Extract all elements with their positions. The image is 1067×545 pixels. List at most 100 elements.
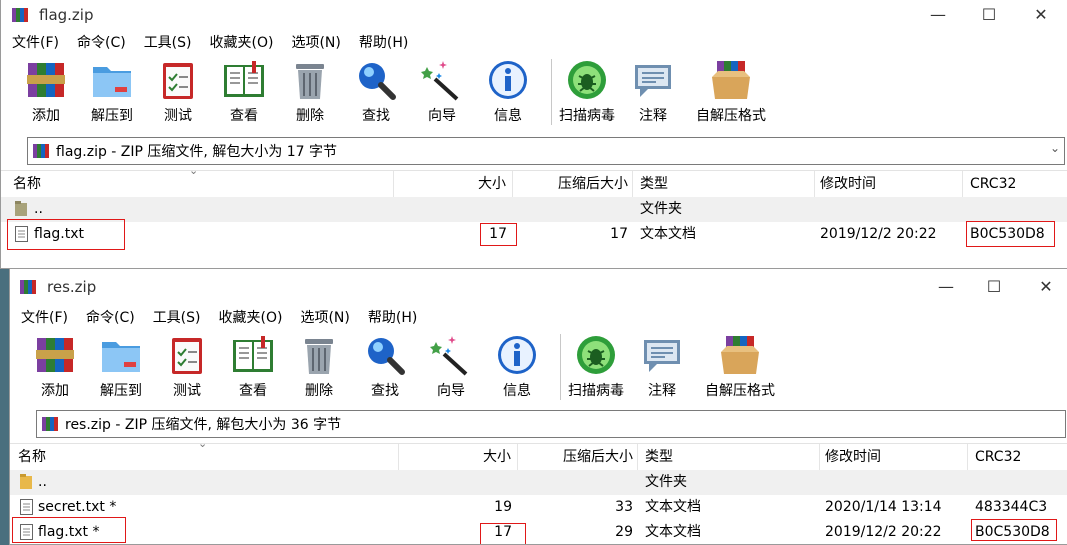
sfx-label: 自解压格式 — [705, 383, 775, 399]
file-type: 文件夹 — [640, 201, 682, 217]
maximize-button[interactable]: ☐ — [963, 0, 1015, 29]
menu-file[interactable]: 文件(F) — [12, 307, 77, 329]
find-button[interactable]: 查找 — [347, 57, 405, 125]
view-button[interactable]: 查看 — [215, 57, 273, 125]
title-bar[interactable]: flag.zip — ☐ ✕ — [1, 0, 1067, 29]
menu-favorites[interactable]: 收藏夹(O) — [210, 307, 292, 329]
table-row[interactable]: flag.txt * 17 29 文本文档 2019/12/2 20:22 B0… — [10, 517, 1067, 544]
file-packed-size: 29 — [615, 524, 633, 540]
menu-tools[interactable]: 工具(S) — [135, 32, 201, 54]
winrar-app-icon — [19, 278, 37, 296]
column-packed[interactable]: 压缩后大小 — [513, 171, 633, 197]
menu-tools[interactable]: 工具(S) — [144, 307, 210, 329]
list-item-parent[interactable]: .. 文件夹 — [10, 470, 1067, 495]
test-button[interactable]: 测试 — [158, 332, 216, 400]
window-title: res.zip — [47, 277, 97, 296]
address-bar[interactable]: res.zip - ZIP 压缩文件, 解包大小为 36 字节 — [36, 410, 1066, 438]
address-bar[interactable]: flag.zip - ZIP 压缩文件, 解包大小为 17 字节 ⌄ — [27, 137, 1065, 165]
add-label: 添加 — [41, 383, 69, 399]
find-button[interactable]: 查找 — [356, 332, 414, 400]
comment-bubble-icon — [644, 340, 680, 372]
file-type: 文本文档 — [645, 499, 701, 515]
table-row[interactable]: flag.txt 17 17 文本文档 2019/12/2 20:22 B0C5… — [1, 219, 1067, 250]
minimize-button[interactable]: — — [920, 269, 972, 304]
column-modified[interactable]: 修改时间 — [815, 171, 963, 197]
file-modified: 2019/12/2 20:22 — [825, 524, 942, 540]
wizard-button[interactable]: 向导 — [413, 57, 471, 125]
magic-wand-icon — [421, 61, 459, 101]
menu-file[interactable]: 文件(F) — [3, 32, 68, 54]
add-button[interactable]: 添加 — [17, 57, 75, 125]
extract-to-label: 解压到 — [91, 108, 133, 124]
address-text: flag.zip - ZIP 压缩文件, 解包大小为 17 字节 — [56, 144, 338, 160]
add-button[interactable]: 添加 — [26, 332, 84, 400]
menu-favorites[interactable]: 收藏夹(O) — [201, 32, 283, 54]
column-size[interactable]: 大小 — [394, 171, 513, 197]
sfx-box-icon — [721, 336, 759, 374]
table-row[interactable]: secret.txt * 19 33 文本文档 2020/1/14 13:14 … — [10, 495, 1067, 520]
extract-to-button[interactable]: 解压到 — [92, 332, 150, 400]
highlight-box-size — [480, 223, 517, 246]
extract-folder-icon — [93, 67, 131, 97]
delete-button[interactable]: 删除 — [290, 332, 348, 400]
maximize-icon: ☐ — [986, 277, 1002, 296]
comment-button[interactable]: 注释 — [633, 332, 691, 400]
file-modified: 2019/12/2 20:22 — [820, 226, 937, 242]
highlight-box-crc — [966, 221, 1055, 247]
close-button[interactable]: ✕ — [1020, 269, 1067, 304]
menu-help[interactable]: 帮助(H) — [350, 32, 417, 54]
column-modified[interactable]: 修改时间 — [820, 444, 968, 470]
extract-to-button[interactable]: 解压到 — [83, 57, 141, 125]
column-name[interactable]: 名称 — [1, 171, 394, 197]
menu-help[interactable]: 帮助(H) — [359, 307, 426, 329]
file-list: ⌄ 名称 大小 压缩后大小 类型 修改时间 CRC32 .. 文件夹 flag.… — [1, 164, 1067, 250]
sfx-button[interactable]: 自解压格式 — [699, 332, 781, 400]
info-button[interactable]: 信息 — [479, 57, 537, 125]
sfx-box-icon — [712, 61, 750, 99]
column-packed[interactable]: 压缩后大小 — [518, 444, 638, 470]
menu-options[interactable]: 选项(N) — [291, 307, 358, 329]
column-type[interactable]: 类型 — [633, 171, 815, 197]
column-crc[interactable]: CRC32 — [968, 444, 1067, 470]
magic-wand-icon — [430, 336, 468, 376]
archive-icon — [32, 142, 50, 160]
maximize-button[interactable]: ☐ — [968, 269, 1020, 304]
add-books-icon — [27, 63, 65, 97]
view-book-icon — [233, 336, 273, 372]
view-label: 查看 — [230, 108, 258, 124]
menu-commands[interactable]: 命令(C) — [68, 32, 135, 54]
menu-commands[interactable]: 命令(C) — [77, 307, 144, 329]
wizard-button[interactable]: 向导 — [422, 332, 480, 400]
minimize-button[interactable]: — — [912, 0, 964, 29]
info-button[interactable]: 信息 — [488, 332, 546, 400]
column-type[interactable]: 类型 — [638, 444, 820, 470]
virus-scan-button[interactable]: 扫描病毒 — [567, 332, 625, 400]
test-button[interactable]: 测试 — [149, 57, 207, 125]
comment-button[interactable]: 注释 — [624, 57, 682, 125]
file-type: 文件夹 — [645, 474, 687, 490]
virus-scan-button[interactable]: 扫描病毒 — [558, 57, 616, 125]
extract-to-label: 解压到 — [100, 383, 142, 399]
comment-bubble-icon — [635, 65, 671, 97]
address-text: res.zip - ZIP 压缩文件, 解包大小为 36 字节 — [65, 417, 342, 433]
sfx-button[interactable]: 自解压格式 — [690, 57, 772, 125]
list-item-parent[interactable]: .. 文件夹 — [1, 197, 1067, 222]
delete-button[interactable]: 删除 — [281, 57, 339, 125]
extract-folder-icon — [102, 342, 140, 372]
menu-options[interactable]: 选项(N) — [282, 32, 349, 54]
trash-can-icon — [305, 339, 333, 374]
column-size[interactable]: 大小 — [399, 444, 518, 470]
find-label: 查找 — [362, 108, 390, 124]
close-button[interactable]: ✕ — [1015, 0, 1067, 29]
view-button[interactable]: 查看 — [224, 332, 282, 400]
column-crc[interactable]: CRC32 — [963, 171, 1067, 197]
title-bar[interactable]: res.zip — ☐ ✕ — [10, 269, 1067, 304]
magnifier-icon — [359, 63, 396, 100]
column-name[interactable]: 名称 — [10, 444, 399, 470]
text-file-icon — [20, 499, 33, 515]
file-crc: 483344C3 — [975, 499, 1048, 515]
virus-scan-icon — [577, 336, 615, 374]
window-title: flag.zip — [39, 5, 94, 24]
minimize-icon: — — [930, 5, 946, 24]
chevron-down-icon[interactable]: ⌄ — [1050, 141, 1060, 155]
